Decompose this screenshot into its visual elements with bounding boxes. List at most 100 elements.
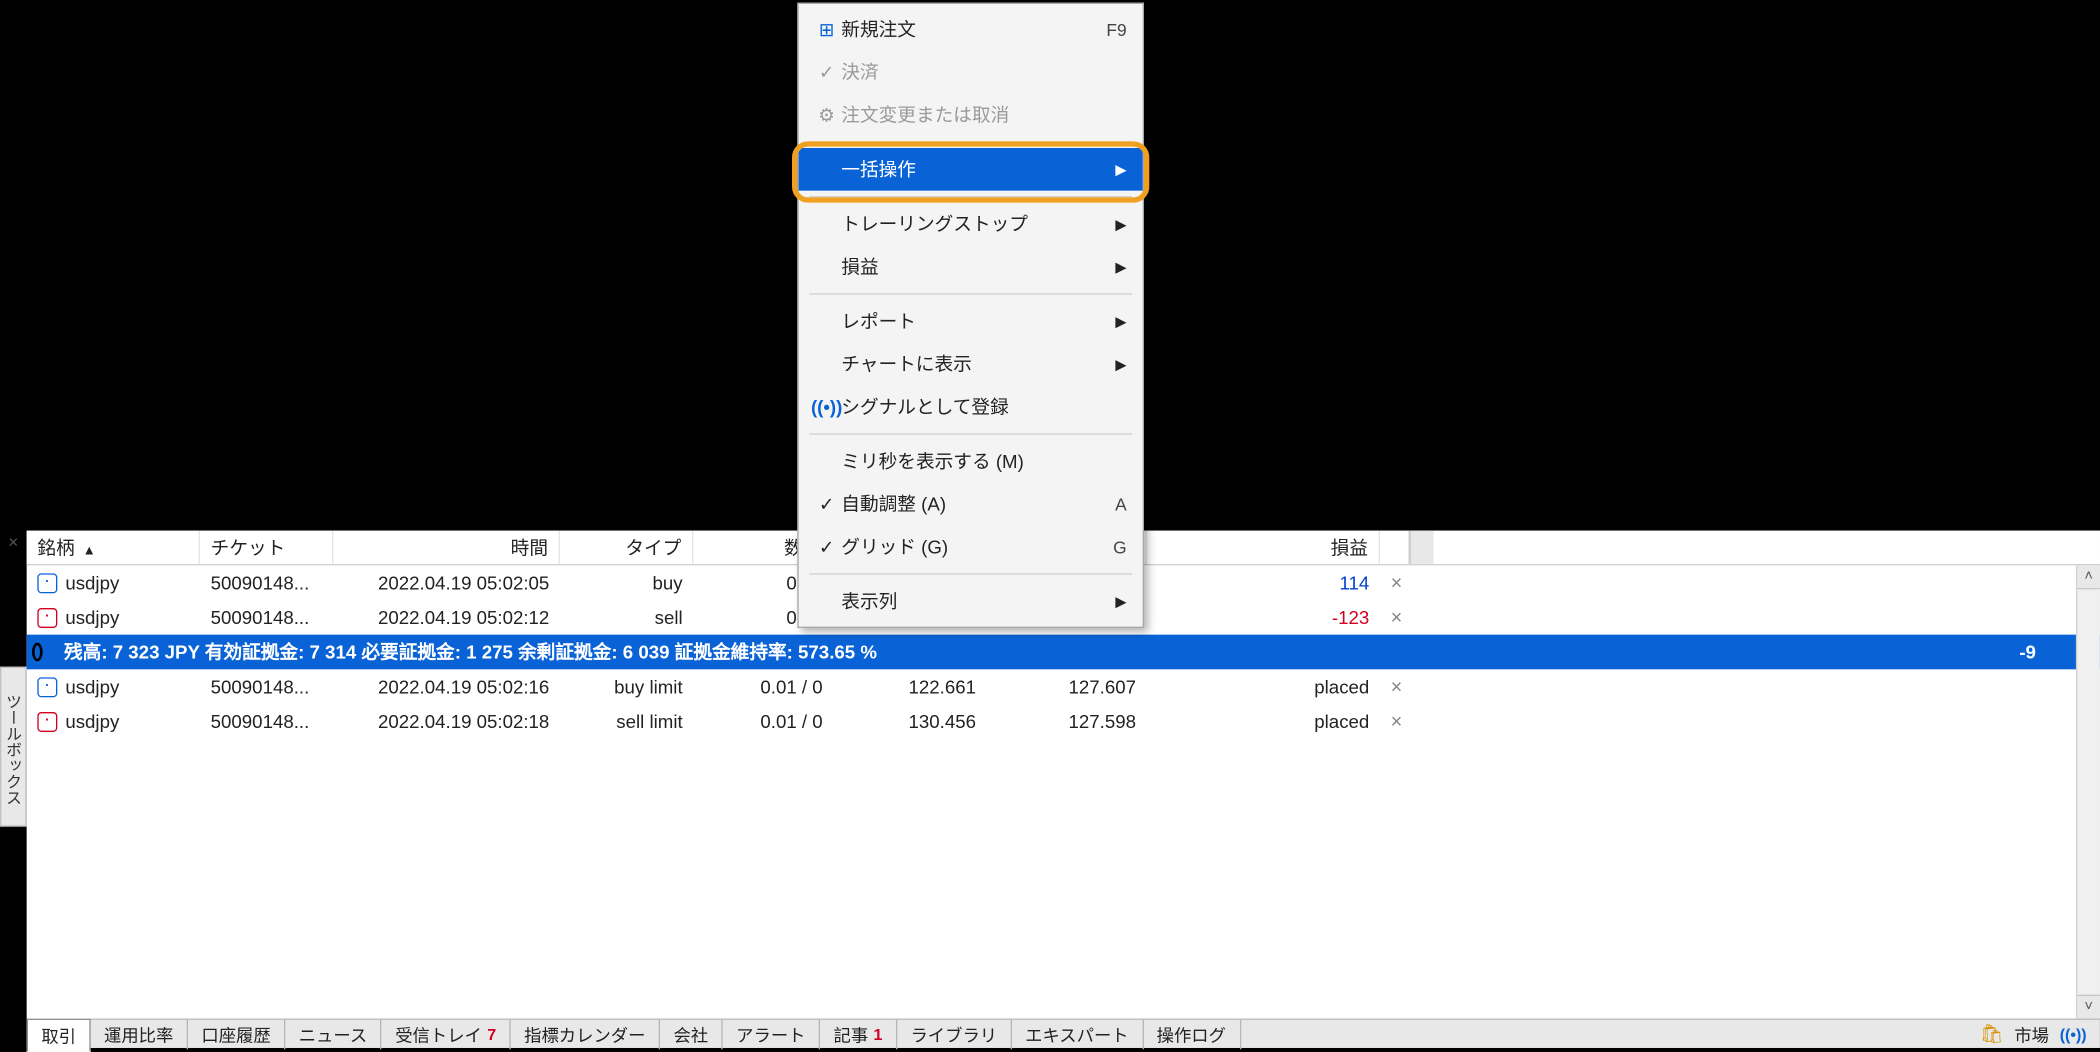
bottom-tabs: 取引運用比率口座履歴ニュース受信トレイ 7 指標カレンダー 会社アラート記事 1 ライブラ… [27,1019,2100,1048]
grid-body: ·usdjpy50090148...2022.04.19 05:02:05buy… [27,565,2100,1018]
cell-time: 2022.04.19 05:02:05 [333,572,560,593]
cell-ticket: 50090148... [200,572,333,593]
col-time[interactable]: 時間 [333,531,560,564]
summary-row[interactable]: 残高: 7 323 JPY 有効証拠金: 7 314 必要証拠金: 1 275 … [27,635,2100,670]
tab-label: エキスパート [1025,1021,1128,1046]
menu-columns[interactable]: 表示列 ▶ [799,580,1143,623]
cell-volume: 0.01 / 0 [693,676,833,697]
gear-icon: ⚙ [812,103,841,126]
menu-columns-label: 表示列 [841,588,1115,615]
cell-symbol: ·usdjpy [27,607,200,628]
scroll-up-icon[interactable]: ˄ [2077,565,2100,589]
menu-show-ms[interactable]: ミリ秒を表示する (M) [799,440,1143,483]
menu-grid-label: グリッド (G) [841,533,1113,560]
menu-show-chart[interactable]: チャートに表示 ▶ [799,343,1143,386]
submenu-arrow-icon: ▶ [1115,161,1126,178]
menu-signal-label: シグナルとして登録 [841,393,1126,420]
tab-label: 口座履歴 [201,1021,270,1046]
tab-ライブラリ[interactable]: ライブラリ [897,1019,1012,1050]
summary-icon [27,643,54,662]
menu-bulk-label: 一括操作 [841,156,1115,183]
tab-label: 記事 [834,1021,869,1046]
cell-type: sell [560,607,693,628]
tabs-right: 🛍 市場 ((•)) [1980,1021,2100,1046]
scroll-down-icon[interactable]: ˅ [2077,995,2100,1019]
menu-autofit[interactable]: ✓ 自動調整 (A) A [799,483,1143,526]
sort-asc-icon: ▲ [83,544,96,559]
menu-show-chart-label: チャートに表示 [841,351,1115,378]
tab-指標カレンダー[interactable]: 指標カレンダー [511,1019,660,1050]
cell-pl: 114 [1147,572,1380,593]
tab-label: 操作ログ [1157,1021,1226,1046]
menu-register-signal[interactable]: ((•)) シグナルとして登録 [799,385,1143,428]
col-symbol[interactable]: 銘柄 ▲ [27,531,200,564]
menu-new-order-accel: F9 [1106,19,1126,39]
summary-pl: -9 [1813,641,2046,662]
signal-icon[interactable]: ((•)) [2060,1025,2087,1044]
submenu-arrow-icon: ▶ [1115,355,1126,372]
menu-autofit-label: 自動調整 (A) [841,491,1115,518]
tab-label: 会社 [673,1021,708,1046]
menu-grid[interactable]: ✓ グリッド (G) G [799,525,1143,568]
tab-口座履歴[interactable]: 口座履歴 [188,1019,285,1050]
cell-ticket: 50090148... [200,711,333,732]
menu-profit-loss[interactable]: 損益 ▶ [799,245,1143,288]
tab-label: 受信トレイ [395,1021,482,1046]
cell-symbol: ·usdjpy [27,676,200,697]
close-position-icon[interactable]: × [1380,675,1409,698]
cell-type: sell limit [560,711,693,732]
tab-ニュース[interactable]: ニュース [285,1019,381,1050]
cell-time: 2022.04.19 05:02:18 [333,711,560,732]
toolbox-side-label[interactable]: ツールボックス [0,667,27,827]
cell-symbol: ·usdjpy [27,711,200,732]
menu-bulk-operations[interactable]: 一括操作 ▶ [799,148,1143,191]
cell-price1: 122.661 [833,676,986,697]
table-row[interactable]: ·usdjpy50090148...2022.04.19 05:02:18sel… [27,704,2100,739]
col-pl[interactable]: 損益 [1147,531,1380,564]
close-position-icon[interactable]: × [1380,571,1409,594]
menu-pl-label: 損益 [841,253,1115,280]
menu-separator [809,293,1132,294]
tab-label: 取引 [41,1023,76,1048]
menu-show-ms-label: ミリ秒を表示する (M) [841,448,1126,475]
tab-記事[interactable]: 記事 1 [820,1019,897,1050]
col-type[interactable]: タイプ [560,531,693,564]
tab-エキスパート[interactable]: エキスパート [1012,1019,1143,1050]
panel-close-icon[interactable]: × [3,533,24,554]
col-ticket[interactable]: チケット [200,531,333,564]
menu-trailing-stop[interactable]: トレーリングストップ ▶ [799,203,1143,246]
col-symbol-label: 銘柄 [37,537,74,558]
check-icon: ✓ [812,61,841,84]
menu-new-order[interactable]: ⊞ 新規注文 F9 [799,8,1143,51]
menu-modify-label: 注文変更または取消 [841,101,1126,128]
close-position-icon[interactable]: × [1380,606,1409,629]
cell-ticket: 50090148... [200,676,333,697]
context-menu: ⊞ 新規注文 F9 ✓ 決済 ⚙ 注文変更または取消 一括操作 ▶ トレーリング… [797,3,1144,628]
tab-受信トレイ[interactable]: 受信トレイ 7 [382,1019,511,1050]
table-row[interactable]: ·usdjpy50090148...2022.04.19 05:02:16buy… [27,669,2100,704]
tab-会社[interactable]: 会社 [660,1019,723,1050]
market-label[interactable]: 市場 [2014,1021,2049,1046]
close-position-icon[interactable]: × [1380,710,1409,733]
buy-icon: · [37,573,57,593]
submenu-arrow-icon: ▶ [1115,258,1126,275]
menu-close-pos-label: 決済 [841,59,1126,86]
menu-new-order-label: 新規注文 [841,16,1106,43]
tab-取引[interactable]: 取引 [27,1019,91,1052]
col-actions [1380,531,1409,564]
vertical-scrollbar[interactable]: ˄ ˅ [2076,565,2100,1018]
tab-badge: 7 [487,1025,496,1044]
tab-運用比率[interactable]: 運用比率 [91,1019,188,1050]
cell-time: 2022.04.19 05:02:16 [333,676,560,697]
market-bag-icon[interactable]: 🛍 [1980,1023,2004,1046]
tab-badge: 1 [874,1025,883,1044]
menu-report[interactable]: レポート ▶ [799,300,1143,343]
check-icon: ✓ [812,535,841,558]
tab-label: 指標カレンダー [524,1021,645,1046]
tab-操作ログ[interactable]: 操作ログ [1143,1019,1240,1050]
menu-separator [809,433,1132,434]
sell-icon: · [37,711,57,731]
menu-separator [809,573,1132,574]
cell-pl: -123 [1147,607,1380,628]
tab-アラート[interactable]: アラート [723,1019,820,1050]
